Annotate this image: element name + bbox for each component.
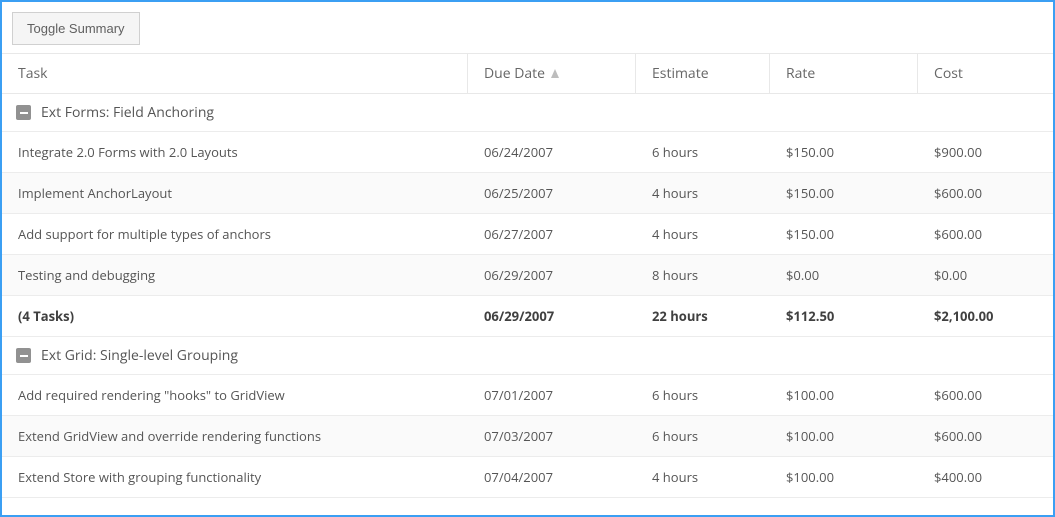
cell-task: Testing and debugging (2, 255, 468, 295)
cell-rate: $150.00 (770, 173, 918, 213)
table-row[interactable]: Add required rendering "hooks" to GridVi… (2, 375, 1053, 416)
grid-body[interactable]: Ext Forms: Field Anchoring Integrate 2.0… (2, 94, 1053, 515)
group-title: Ext Grid: Single-level Grouping (41, 346, 238, 365)
group-header[interactable]: Ext Grid: Single-level Grouping (2, 337, 1053, 375)
cell-rate: $100.00 (770, 375, 918, 415)
summary-due: 06/29/2007 (468, 296, 636, 336)
cell-task: Add required rendering "hooks" to GridVi… (2, 375, 468, 415)
table-row[interactable]: Extend GridView and override rendering f… (2, 416, 1053, 457)
grid-panel: Toggle Summary Task Due Date Estimate Ra… (0, 0, 1055, 517)
column-header-cost[interactable]: Cost (918, 54, 1053, 93)
cell-cost: $400.00 (918, 457, 1053, 497)
cell-cost: $600.00 (918, 173, 1053, 213)
cell-due: 06/25/2007 (468, 173, 636, 213)
cell-est: 4 hours (636, 173, 770, 213)
column-header-due-date[interactable]: Due Date (468, 54, 636, 93)
cell-due: 06/27/2007 (468, 214, 636, 254)
collapse-icon[interactable] (16, 348, 31, 363)
cell-cost: $600.00 (918, 416, 1053, 456)
cell-rate: $100.00 (770, 416, 918, 456)
column-header-task-label: Task (18, 64, 48, 83)
cell-due: 07/04/2007 (468, 457, 636, 497)
cell-rate: $100.00 (770, 457, 918, 497)
cell-est: 8 hours (636, 255, 770, 295)
cell-est: 6 hours (636, 132, 770, 172)
toggle-summary-button[interactable]: Toggle Summary (12, 12, 140, 45)
sort-ascending-icon (551, 69, 559, 78)
cell-est: 6 hours (636, 375, 770, 415)
cell-task: Extend Store with grouping functionality (2, 457, 468, 497)
table-row[interactable]: Extend Store with grouping functionality… (2, 457, 1053, 498)
column-header-due-label: Due Date (484, 64, 545, 83)
column-header-cost-label: Cost (934, 64, 963, 83)
column-header-row: Task Due Date Estimate Rate Cost (2, 53, 1053, 94)
column-header-task[interactable]: Task (2, 54, 468, 93)
cell-est: 4 hours (636, 214, 770, 254)
column-header-est-label: Estimate (652, 64, 709, 83)
cell-rate: $0.00 (770, 255, 918, 295)
cell-task: Extend GridView and override rendering f… (2, 416, 468, 456)
cell-task: Integrate 2.0 Forms with 2.0 Layouts (2, 132, 468, 172)
cell-due: 06/29/2007 (468, 255, 636, 295)
cell-cost: $0.00 (918, 255, 1053, 295)
cell-cost: $900.00 (918, 132, 1053, 172)
collapse-icon[interactable] (16, 105, 31, 120)
summary-est: 22 hours (636, 296, 770, 336)
group-summary-row: (4 Tasks) 06/29/2007 22 hours $112.50 $2… (2, 296, 1053, 337)
cell-due: 07/03/2007 (468, 416, 636, 456)
cell-rate: $150.00 (770, 214, 918, 254)
cell-cost: $600.00 (918, 214, 1053, 254)
cell-task: Add support for multiple types of anchor… (2, 214, 468, 254)
cell-rate: $150.00 (770, 132, 918, 172)
column-header-rate[interactable]: Rate (770, 54, 918, 93)
table-row[interactable]: Add support for multiple types of anchor… (2, 214, 1053, 255)
cell-est: 6 hours (636, 416, 770, 456)
cell-task: Implement AnchorLayout (2, 173, 468, 213)
cell-est: 4 hours (636, 457, 770, 497)
column-header-estimate[interactable]: Estimate (636, 54, 770, 93)
cell-due: 07/01/2007 (468, 375, 636, 415)
group-title: Ext Forms: Field Anchoring (41, 103, 214, 122)
summary-cost: $2,100.00 (918, 296, 1053, 336)
scroll-spacer (2, 498, 1053, 515)
summary-task: (4 Tasks) (2, 296, 468, 336)
toolbar: Toggle Summary (2, 2, 1053, 53)
cell-due: 06/24/2007 (468, 132, 636, 172)
table-row[interactable]: Implement AnchorLayout 06/25/2007 4 hour… (2, 173, 1053, 214)
cell-cost: $600.00 (918, 375, 1053, 415)
group-header[interactable]: Ext Forms: Field Anchoring (2, 94, 1053, 132)
column-header-rate-label: Rate (786, 64, 815, 83)
table-row[interactable]: Integrate 2.0 Forms with 2.0 Layouts 06/… (2, 132, 1053, 173)
table-row[interactable]: Testing and debugging 06/29/2007 8 hours… (2, 255, 1053, 296)
summary-rate: $112.50 (770, 296, 918, 336)
